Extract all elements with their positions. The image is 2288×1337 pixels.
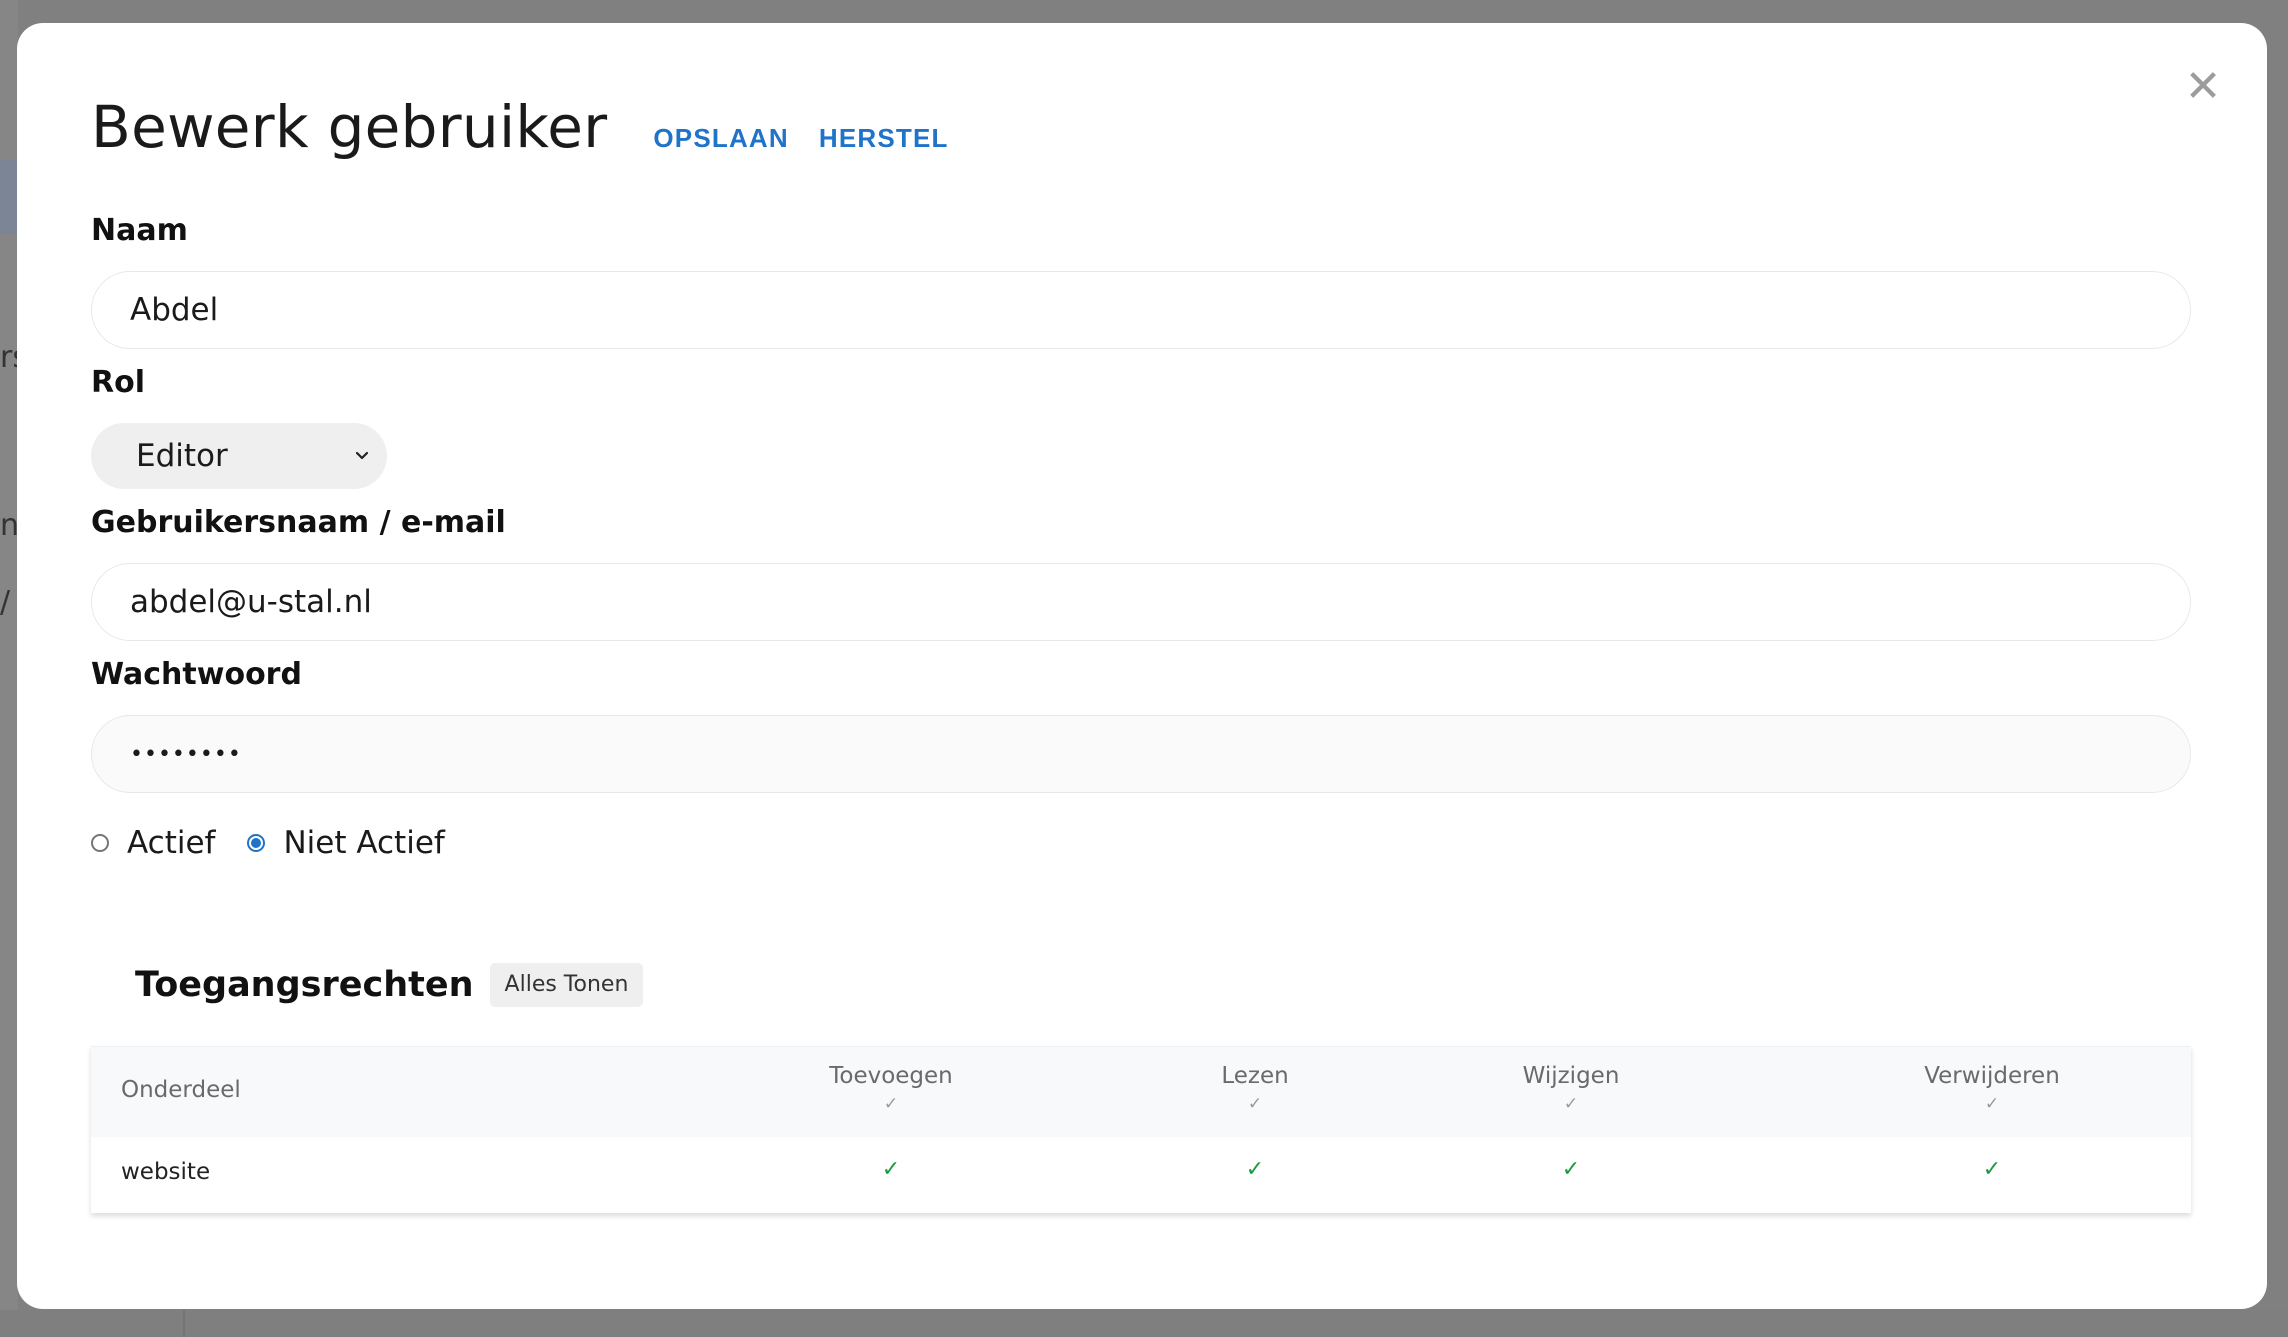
close-icon[interactable]: ✕ bbox=[2181, 65, 2225, 109]
column-header-section: Onderdeel bbox=[121, 1077, 241, 1103]
save-button[interactable]: OPSLAAN bbox=[653, 123, 789, 154]
permissions-title: Toegangsrechten bbox=[135, 965, 474, 1005]
column-header-delete[interactable]: Verwijderen ✓ bbox=[1882, 1063, 2102, 1115]
check-icon[interactable]: ✓ bbox=[1972, 1157, 2012, 1182]
column-header-read-label: Lezen bbox=[1221, 1063, 1289, 1089]
table-header-row: Onderdeel Toevoegen ✓ Lezen ✓ Wijzigen ✓… bbox=[91, 1047, 2191, 1137]
chevron-down-icon bbox=[347, 423, 377, 489]
check-icon[interactable]: ✓ bbox=[1235, 1157, 1275, 1182]
column-header-edit[interactable]: Wijzigen ✓ bbox=[1481, 1063, 1661, 1115]
column-header-edit-label: Wijzigen bbox=[1522, 1063, 1620, 1089]
username-input[interactable] bbox=[91, 563, 2191, 641]
edit-user-modal: ✕ Bewerk gebruiker OPSLAAN HERSTEL Naam … bbox=[17, 23, 2267, 1309]
check-icon[interactable]: ✓ bbox=[1551, 1157, 1591, 1182]
permissions-table: Onderdeel Toevoegen ✓ Lezen ✓ Wijzigen ✓… bbox=[91, 1046, 2191, 1213]
column-header-delete-label: Verwijderen bbox=[1924, 1063, 2060, 1089]
table-row: website ✓ ✓ ✓ ✓ bbox=[91, 1137, 2191, 1213]
check-icon: ✓ bbox=[1984, 1094, 2000, 1114]
status-inactive-label[interactable]: Niet Actief bbox=[283, 825, 444, 861]
status-radio-group: Actief Niet Actief bbox=[91, 825, 477, 861]
permissions-header: Toegangsrechten Alles Tonen bbox=[135, 963, 644, 1007]
check-icon[interactable]: ✓ bbox=[871, 1157, 911, 1182]
reset-button[interactable]: HERSTEL bbox=[819, 123, 949, 154]
column-header-read[interactable]: Lezen ✓ bbox=[1165, 1063, 1345, 1115]
background-page-edge: rs n / bbox=[0, 0, 28, 1337]
status-active-radio[interactable] bbox=[91, 834, 109, 852]
background-tab bbox=[0, 160, 18, 234]
check-icon: ✓ bbox=[883, 1094, 899, 1114]
column-header-add[interactable]: Toevoegen ✓ bbox=[801, 1063, 981, 1115]
modal-header: Bewerk gebruiker OPSLAAN HERSTEL bbox=[91, 93, 949, 161]
password-label: Wachtwoord bbox=[91, 657, 302, 692]
row-section-name: website bbox=[121, 1159, 211, 1185]
check-icon: ✓ bbox=[1563, 1094, 1579, 1114]
check-icon: ✓ bbox=[1247, 1094, 1263, 1114]
name-label: Naam bbox=[91, 213, 188, 248]
background-divider bbox=[183, 1310, 185, 1337]
name-input[interactable] bbox=[91, 271, 2191, 349]
show-all-button[interactable]: Alles Tonen bbox=[489, 963, 644, 1007]
status-inactive-radio[interactable] bbox=[247, 834, 266, 852]
username-label: Gebruikersnaam / e-mail bbox=[91, 505, 506, 540]
page-title: Bewerk gebruiker bbox=[91, 93, 608, 161]
role-label: Rol bbox=[91, 365, 145, 400]
background-page-bottom bbox=[0, 1310, 2288, 1337]
column-header-add-label: Toevoegen bbox=[829, 1063, 953, 1089]
role-select[interactable]: Editor bbox=[91, 423, 387, 489]
role-select-value: Editor bbox=[136, 438, 228, 474]
password-input[interactable] bbox=[91, 715, 2191, 793]
status-active-label[interactable]: Actief bbox=[127, 825, 215, 861]
background-text-fragment: / bbox=[0, 585, 11, 620]
